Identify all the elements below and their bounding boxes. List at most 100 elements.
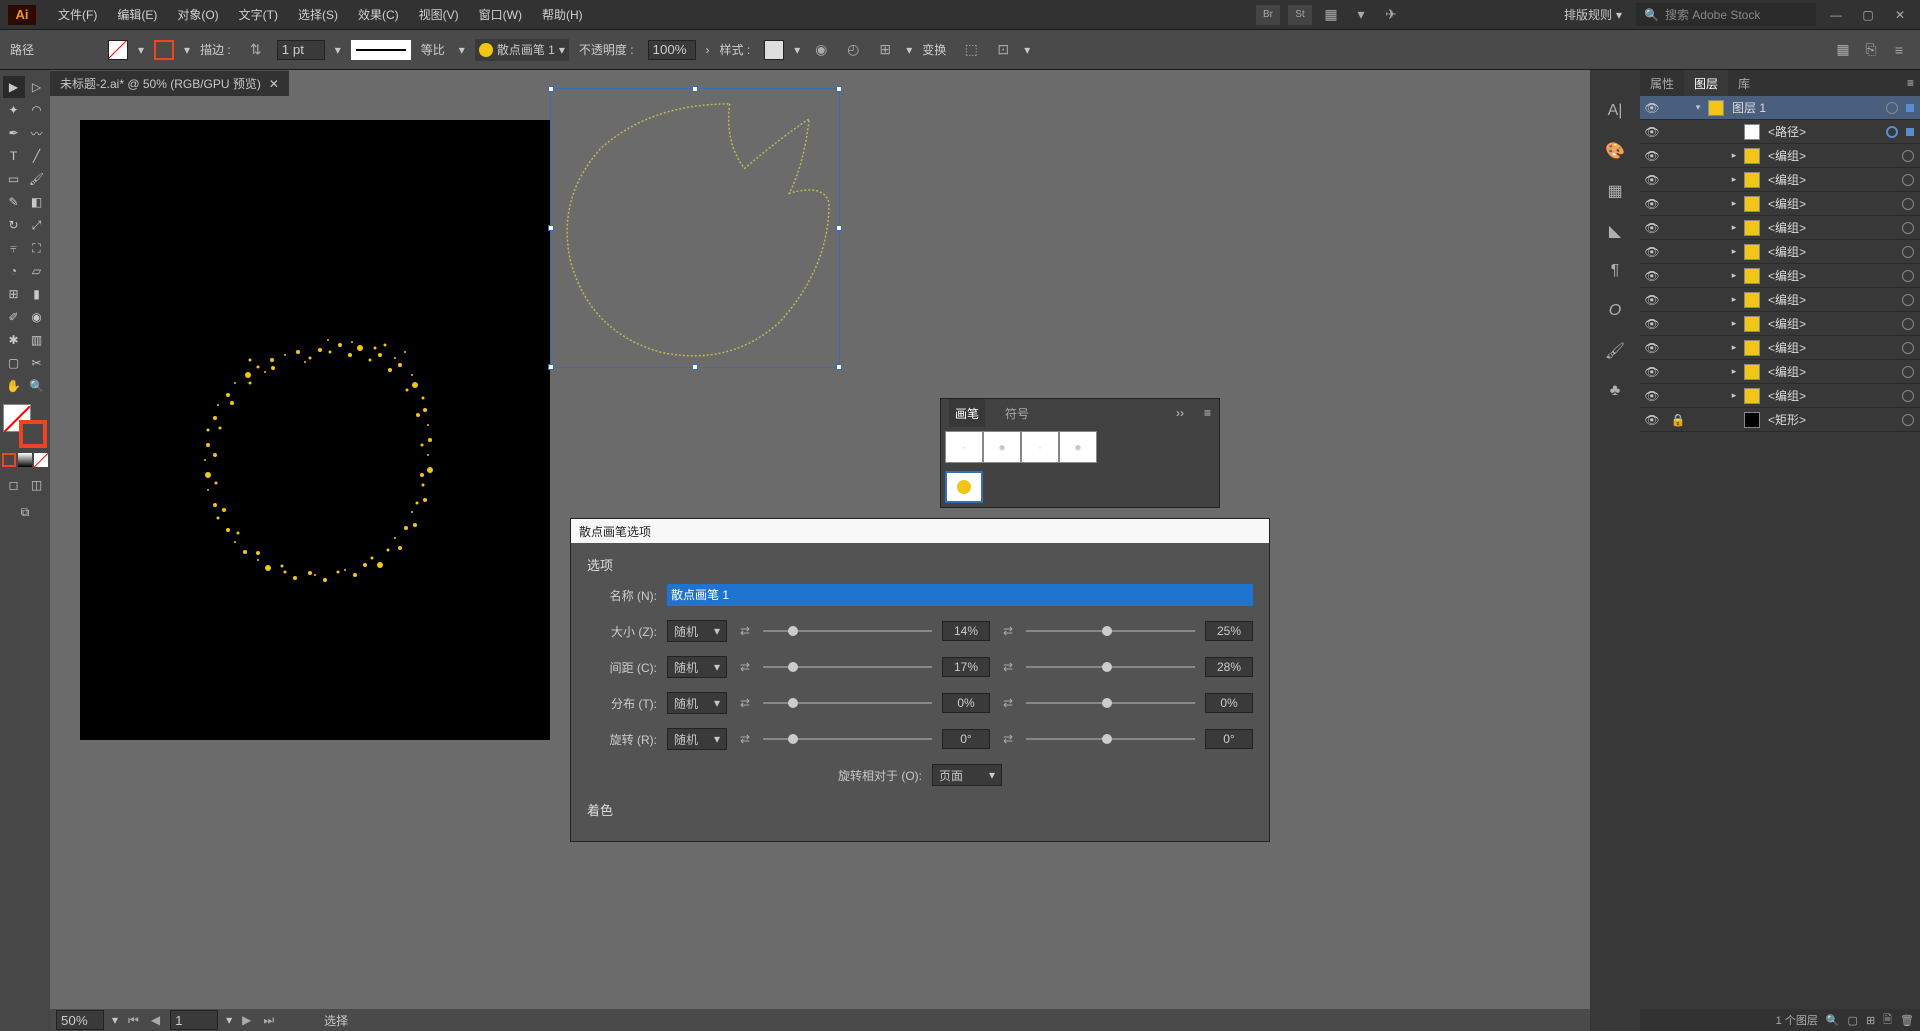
panel-menu-icon[interactable]: ≡	[1204, 406, 1211, 420]
layer-row[interactable]: 👁 ▸ <编组>	[1640, 144, 1920, 168]
new-sublayer-icon[interactable]: ⊞	[1866, 1014, 1875, 1027]
target-icon[interactable]	[1902, 342, 1914, 354]
layer-row[interactable]: 👁▸<编组>	[1640, 336, 1920, 360]
scale-tool[interactable]: ⤢	[26, 214, 48, 236]
document-tab[interactable]: 未标题-2.ai* @ 50% (RGB/GPU 预览) ✕	[50, 70, 289, 96]
lasso-tool[interactable]: ◠	[26, 99, 48, 121]
layer-name[interactable]: 图层 1	[1728, 99, 1882, 116]
rotate-tool[interactable]: ↻	[3, 214, 25, 236]
tab-libraries[interactable]: 库	[1728, 70, 1760, 96]
color-panel-icon[interactable]: 🎨	[1604, 140, 1626, 162]
shape-builder-tool[interactable]: ◔	[3, 260, 25, 282]
brush-item[interactable]: ●	[1059, 431, 1097, 463]
tab-brushes[interactable]: 画笔	[949, 399, 985, 427]
stepper-icon[interactable]: ⇅	[245, 39, 267, 61]
handle-tr[interactable]	[836, 86, 842, 92]
chevron-down-icon[interactable]: ▾	[1350, 4, 1372, 26]
target-icon[interactable]	[1902, 174, 1914, 186]
style-swatch[interactable]	[764, 40, 784, 60]
screen-mode-icon[interactable]: ⧉	[14, 501, 36, 523]
mode-select[interactable]: 随机▾	[667, 692, 727, 714]
disclosure-icon[interactable]: ▾	[1692, 102, 1704, 113]
menu-view[interactable]: 视图(V)	[409, 6, 469, 23]
target-icon[interactable]	[1886, 102, 1898, 114]
visibility-icon[interactable]: 👁	[1640, 197, 1664, 211]
layer-name[interactable]: <路径>	[1764, 123, 1882, 140]
handle-bl[interactable]	[548, 364, 554, 370]
preferences-icon[interactable]: ⎘	[1860, 39, 1882, 61]
disclosure-icon[interactable]: ▸	[1728, 222, 1740, 233]
layer-name[interactable]: <矩形>	[1764, 411, 1898, 428]
zoom-tool[interactable]: 🔍	[26, 375, 48, 397]
mesh-tool[interactable]: ⊞	[3, 283, 25, 305]
chevron-down-icon[interactable]: ▾	[906, 43, 912, 57]
target-icon[interactable]	[1902, 246, 1914, 258]
hand-tool[interactable]: ✋	[3, 375, 25, 397]
workspace-switcher[interactable]: 排版规则 ▾	[1558, 4, 1628, 25]
link-icon[interactable]: ⇄	[1000, 660, 1016, 674]
close-icon[interactable]: ✕	[1888, 8, 1912, 22]
slider-1[interactable]	[763, 666, 932, 668]
layer-row[interactable]: 👁▸<编组>	[1640, 384, 1920, 408]
visibility-icon[interactable]: 👁	[1640, 101, 1664, 115]
tab-properties[interactable]: 属性	[1640, 70, 1684, 96]
slider-2[interactable]	[1026, 738, 1195, 740]
align-icon[interactable]: ⊞	[874, 39, 896, 61]
menu-file[interactable]: 文件(F)	[48, 6, 107, 23]
tab-layers[interactable]: 图层	[1684, 70, 1728, 96]
transform-label[interactable]: 变换	[922, 41, 946, 58]
eyedropper-tool[interactable]: ✐	[3, 306, 25, 328]
draw-behind-icon[interactable]: ◫	[26, 474, 48, 496]
rotate-relative-select[interactable]: 页面▾	[932, 764, 1002, 786]
slider-1[interactable]	[763, 702, 932, 704]
value-1[interactable]: 17%	[942, 657, 990, 677]
maximize-icon[interactable]: ▢	[1856, 8, 1880, 22]
chevron-down-icon[interactable]: ▾	[112, 1013, 118, 1027]
opentype-panel-icon[interactable]: O	[1604, 300, 1626, 322]
visibility-icon[interactable]: 👁	[1640, 317, 1664, 331]
slider-1[interactable]	[763, 738, 932, 740]
visibility-icon[interactable]: 👁	[1640, 149, 1664, 163]
target-icon[interactable]	[1902, 414, 1914, 426]
symbols-panel-icon[interactable]: ♣	[1604, 380, 1626, 402]
visibility-icon[interactable]: 👁	[1640, 125, 1664, 139]
disclosure-icon[interactable]: ▸	[1728, 318, 1740, 329]
swatches-panel-icon[interactable]: ▦	[1604, 180, 1626, 202]
layer-row[interactable]: 👁 <路径>	[1640, 120, 1920, 144]
value-1[interactable]: 0%	[942, 693, 990, 713]
value-1[interactable]: 14%	[942, 621, 990, 641]
shaper-tool[interactable]: ✎	[3, 191, 25, 213]
panel-menu-icon[interactable]: ≡	[1901, 76, 1920, 90]
link-icon[interactable]: ⇄	[737, 732, 753, 746]
target-icon[interactable]	[1886, 126, 1898, 138]
delete-layer-icon[interactable]: 🗑	[1900, 1014, 1914, 1027]
locate-icon[interactable]: 🔍	[1826, 1014, 1840, 1027]
layer-name[interactable]: <编组>	[1764, 243, 1898, 260]
panel-menu-icon[interactable]: ≡	[1888, 39, 1910, 61]
menu-window[interactable]: 窗口(W)	[469, 6, 532, 23]
menu-select[interactable]: 选择(S)	[288, 6, 348, 23]
paintbrush-tool[interactable]: 🖌	[26, 168, 48, 190]
disclosure-icon[interactable]: ▸	[1728, 150, 1740, 161]
chevron-down-icon[interactable]: ▾	[1024, 43, 1030, 57]
visibility-icon[interactable]: 👁	[1640, 245, 1664, 259]
layer-row[interactable]: 👁▸<编组>	[1640, 360, 1920, 384]
target-icon[interactable]	[1902, 150, 1914, 162]
handle-bm[interactable]	[692, 364, 698, 370]
symbol-sprayer-tool[interactable]: ✱	[3, 329, 25, 351]
menu-type[interactable]: 文字(T)	[229, 6, 288, 23]
selection-tool[interactable]: ▶	[3, 76, 25, 98]
search-stock[interactable]: 🔍 搜索 Adobe Stock	[1636, 3, 1816, 26]
first-artboard-icon[interactable]: ⏮	[126, 1013, 141, 1028]
last-artboard-icon[interactable]: ⏭	[261, 1013, 276, 1028]
line-tool[interactable]: ╱	[26, 145, 48, 167]
visibility-icon[interactable]: 👁	[1640, 389, 1664, 403]
close-tab-icon[interactable]: ✕	[269, 77, 279, 91]
layer-row[interactable]: 👁 ▸ <编组>	[1640, 312, 1920, 336]
visibility-icon[interactable]: 👁	[1640, 365, 1664, 379]
layer-name[interactable]: <编组>	[1764, 147, 1898, 164]
menu-object[interactable]: 对象(O)	[167, 6, 228, 23]
minimize-icon[interactable]: —	[1824, 8, 1848, 22]
layer-name[interactable]: <编组>	[1764, 315, 1898, 332]
isolate-icon[interactable]: ⬚	[960, 39, 982, 61]
